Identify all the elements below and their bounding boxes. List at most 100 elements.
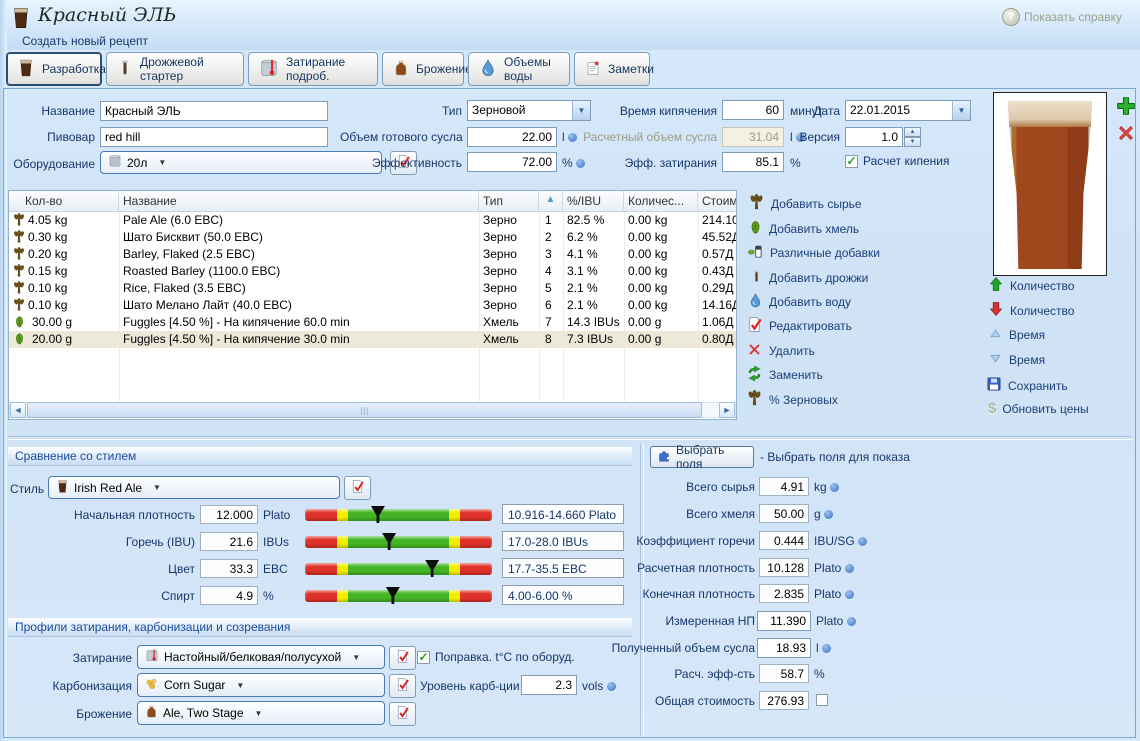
tab-yeast-starter[interactable]: Дрожжевой стартер: [106, 52, 244, 86]
efficiency-unit: %: [562, 156, 585, 170]
tab-fermentation[interactable]: Брожение: [382, 52, 464, 86]
edit-ingredient-button[interactable]: Редактировать: [746, 316, 852, 336]
batch-volume-label: Объем готового сусла: [340, 130, 462, 144]
col-header-qty[interactable]: Кол-во: [9, 191, 119, 212]
mash-profile-combo[interactable]: Настойный/белковая/полусухой ▼: [137, 645, 385, 669]
tab-water-volumes[interactable]: Объемы воды: [468, 52, 570, 86]
brewer-input[interactable]: red hill: [100, 127, 328, 147]
save-button[interactable]: Сохранить: [986, 376, 1068, 395]
spin-up-icon[interactable]: ▲: [904, 127, 921, 137]
fermentation-edit-button[interactable]: [389, 702, 416, 726]
add-water-button[interactable]: Добавить воду: [748, 292, 851, 312]
add-recipe-plus-icon[interactable]: [1115, 95, 1137, 120]
col-header-type[interactable]: Тип: [479, 191, 539, 212]
hop-icon: [748, 219, 763, 239]
fermentation-combo[interactable]: Ale, Two Stage ▼: [137, 701, 385, 725]
carbonation-edit-button[interactable]: [389, 674, 416, 698]
efficiency-input[interactable]: 72.00: [467, 152, 557, 172]
date-value: 22.01.2015: [846, 101, 952, 120]
update-prices-button[interactable]: $Обновить цены: [988, 401, 1089, 417]
tab-design[interactable]: Разработка: [6, 52, 102, 86]
boil-volume-label: Расчетный объем сусла: [575, 130, 717, 144]
scroll-left-icon[interactable]: ◄: [10, 402, 26, 418]
scroll-right-icon[interactable]: ►: [719, 402, 735, 418]
cell-name: Roasted Barley (1100.0 EBC): [123, 264, 475, 278]
boil-calc-checkbox[interactable]: ✓ Расчет кипения: [845, 154, 949, 168]
boil-time-input[interactable]: 60: [722, 100, 784, 120]
type-combo[interactable]: Зерновой ▼: [467, 100, 591, 121]
cost-checkbox[interactable]: [816, 694, 828, 706]
cell-type: Зерно: [483, 230, 535, 244]
cell-pct: 4.1 %: [567, 247, 622, 261]
field-unit: g: [814, 507, 833, 521]
cell-qty: 0.15 kg: [28, 264, 116, 278]
tab-mash-detail[interactable]: Затирание подроб.: [248, 52, 378, 86]
add-yeast-button[interactable]: Добавить дрожжи: [750, 268, 868, 288]
cell-name: Pale Ale (6.0 EBC): [123, 213, 475, 227]
date-combo[interactable]: 22.01.2015 ▼: [845, 100, 971, 121]
mash-edit-button[interactable]: [389, 646, 416, 670]
batch-volume-input[interactable]: 22.00: [467, 127, 557, 147]
cell-num: 7: [545, 315, 561, 329]
cell-qty: 4.05 kg: [28, 213, 116, 227]
measured-og-input[interactable]: 11.390: [757, 611, 811, 631]
recipe-glass-icon: [10, 5, 32, 31]
table-row[interactable]: 30.00 g Fuggles [4.50 %] - На кипячение …: [9, 314, 737, 331]
name-input[interactable]: Красный ЭЛЬ: [100, 101, 328, 121]
version-input[interactable]: 1.0: [845, 127, 903, 147]
show-help-link[interactable]: ? Показать справку: [1002, 8, 1140, 26]
add-grain-button[interactable]: Добавить сырье: [748, 194, 862, 214]
col-header-sort-icon[interactable]: ▲: [539, 191, 563, 212]
choose-fields-button[interactable]: Выбрать поля: [650, 446, 754, 468]
delete-ingredient-button[interactable]: Удалить: [746, 341, 815, 361]
color-marker-icon: [425, 560, 439, 577]
action-label: Заменить: [769, 368, 823, 382]
action-label: Количество: [1010, 304, 1074, 318]
table-row[interactable]: 4.05 kg Pale Ale (6.0 EBC) Зерно 1 82.5 …: [9, 212, 737, 229]
col-header-pct-ibu[interactable]: %/IBU: [563, 191, 624, 212]
grain-icon: [748, 194, 765, 214]
replace-ingredient-button[interactable]: Заменить: [746, 365, 823, 385]
equipment-combo[interactable]: 20л ▼: [100, 151, 382, 174]
chevron-down-icon: ▼: [236, 681, 244, 690]
date-label: Дата: [800, 104, 840, 118]
up-arrow-icon: [988, 276, 1004, 295]
cell-num: 8: [545, 332, 561, 346]
mash-temp-adjust-checkbox[interactable]: ✓ Поправка. t°C по оборуд.: [417, 650, 575, 664]
table-row[interactable]: 0.15 kg Roasted Barley (1100.0 EBC) Зерн…: [9, 263, 737, 280]
table-row[interactable]: 0.10 kg Шато Мелано Лайт (40.0 EBC) Зерн…: [9, 297, 737, 314]
table-row[interactable]: 0.20 kg Barley, Flaked (2.5 EBC) Зерно 3…: [9, 246, 737, 263]
h-scrollbar-thumb[interactable]: [27, 402, 702, 418]
time-up-button[interactable]: Время: [988, 326, 1045, 344]
table-row-selected[interactable]: 20.00 g Fuggles [4.50 %] - На кипячение …: [9, 331, 737, 348]
delete-recipe-x-icon[interactable]: [1116, 123, 1136, 146]
add-misc-button[interactable]: Различные добавки: [746, 243, 880, 263]
qty-up-button[interactable]: Количество: [988, 276, 1074, 295]
version-spinner[interactable]: ▲▼: [904, 127, 921, 147]
cell-amt: 0.00 kg: [628, 213, 694, 227]
percent-grain-button[interactable]: % Зерновых: [746, 390, 838, 410]
chevron-down-icon: ▼: [158, 158, 166, 167]
cell-cost: 45.52Д: [702, 230, 737, 244]
abv-style-bar: [305, 590, 492, 602]
tab-notes[interactable]: Заметки: [574, 52, 650, 86]
floppy-save-icon: [986, 376, 1002, 395]
style-edit-button[interactable]: [344, 476, 371, 500]
triangle-up-icon: [988, 326, 1003, 344]
col-header-amount[interactable]: Количес...: [624, 191, 698, 212]
time-down-button[interactable]: Время: [988, 351, 1045, 369]
cell-amt: 0.00 kg: [628, 298, 694, 312]
table-row[interactable]: 0.10 kg Rice, Flaked (3.5 EBC) Зерно 5 2…: [9, 280, 737, 297]
add-hops-button[interactable]: Добавить хмель: [748, 219, 859, 239]
spin-down-icon[interactable]: ▼: [904, 137, 921, 147]
checkbox-check-icon: ✓: [845, 155, 858, 168]
col-header-cost[interactable]: Стоим: [698, 191, 737, 212]
field-value: 2.835: [759, 584, 809, 603]
measured-volume-input[interactable]: 18.93: [757, 638, 811, 658]
qty-down-button[interactable]: Количество: [988, 301, 1074, 320]
col-header-name[interactable]: Название: [119, 191, 479, 212]
mash-eff-input[interactable]: 85.1: [722, 152, 784, 172]
carbonation-combo[interactable]: Corn Sugar ▼: [137, 673, 385, 697]
style-combo[interactable]: Irish Red Ale ▼: [48, 476, 340, 499]
table-row[interactable]: 0.30 kg Шато Бисквит (50.0 EBC) Зерно 2 …: [9, 229, 737, 246]
